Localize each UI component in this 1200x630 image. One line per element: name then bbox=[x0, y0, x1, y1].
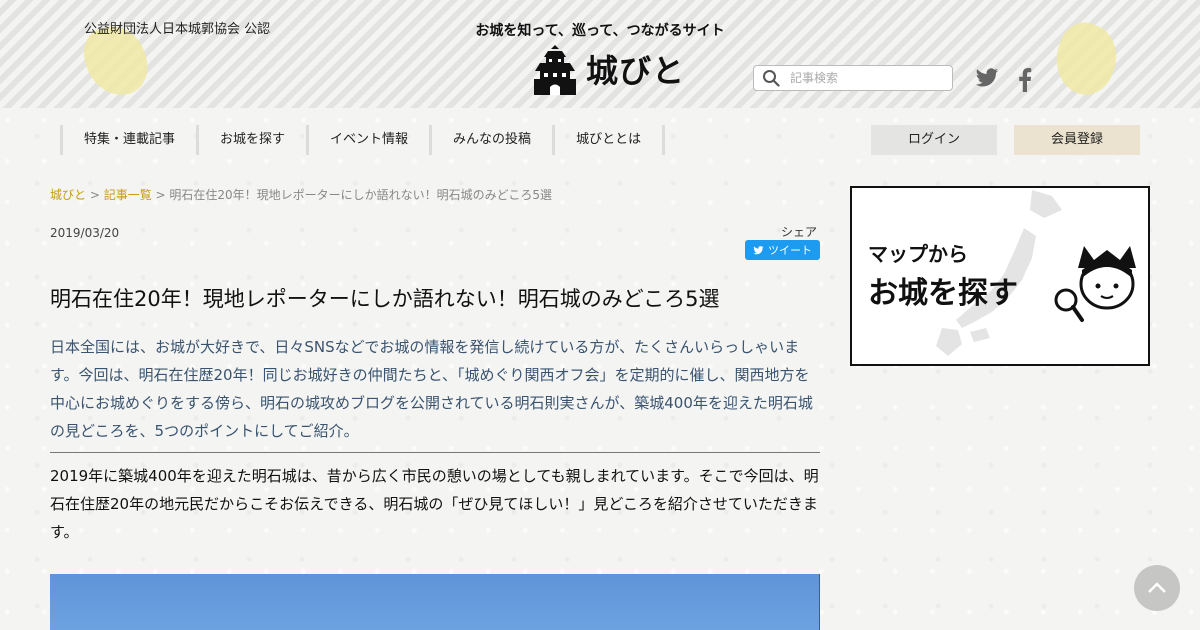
search-input[interactable] bbox=[790, 71, 940, 85]
nav-item-find-castle[interactable]: お城を探す bbox=[196, 125, 306, 155]
banner-line-1: マップから bbox=[868, 242, 968, 266]
search-box[interactable] bbox=[753, 65, 953, 91]
breadcrumb-separator: > bbox=[151, 188, 170, 202]
register-button[interactable]: 会員登録 bbox=[1014, 125, 1140, 155]
mascot-icon bbox=[1078, 246, 1136, 310]
search-icon bbox=[763, 70, 780, 87]
breadcrumb-separator: > bbox=[86, 188, 104, 202]
site-logo[interactable]: 城びと bbox=[532, 42, 685, 96]
nav-item-events[interactable]: イベント情報 bbox=[306, 125, 429, 155]
org-certification: 公益財団法人日本城郭協会 公認 bbox=[84, 22, 271, 37]
login-button[interactable]: ログイン bbox=[871, 125, 997, 155]
article-hero-image bbox=[50, 574, 820, 630]
nav-item-about[interactable]: 城びととは bbox=[552, 125, 666, 155]
article-title: 明石在住20年！現地レポーターにしか語れない！明石城のみどころ5選 bbox=[50, 287, 720, 311]
nav-item-posts[interactable]: みんなの投稿 bbox=[429, 125, 552, 155]
tweet-label: ツイート bbox=[768, 244, 812, 257]
twitter-icon[interactable] bbox=[975, 68, 999, 92]
castle-map-banner[interactable]: マップから お城を探す bbox=[850, 186, 1150, 366]
banner-line-2: お城を探す bbox=[868, 276, 1018, 311]
logo-text: 城びと bbox=[586, 52, 686, 90]
castle-logo-icon bbox=[534, 45, 576, 95]
main-nav: 特集・連載記事 お城を探す イベント情報 みんなの投稿 城びととは bbox=[60, 125, 666, 155]
chevron-up-icon bbox=[1148, 582, 1166, 593]
article-body: 2019年に築城400年を迎えた明石城は、昔から広く市民の憩いの場としても親しま… bbox=[50, 467, 819, 541]
breadcrumb-current: 明石在住20年！現地レポーターにしか語れない！明石城のみどころ5選 bbox=[169, 188, 552, 202]
breadcrumb: 城びと > 記事一覧 > 明石在住20年！現地レポーターにしか語れない！明石城の… bbox=[50, 186, 552, 203]
tweet-button[interactable]: ツイート bbox=[745, 240, 820, 260]
twitter-bird-icon bbox=[753, 245, 764, 254]
scroll-to-top-button[interactable] bbox=[1134, 565, 1180, 611]
breadcrumb-home-link[interactable]: 城びと bbox=[50, 188, 86, 202]
share-label: シェア bbox=[781, 225, 818, 239]
article-date: 2019/03/20 bbox=[50, 226, 120, 240]
nav-item-features[interactable]: 特集・連載記事 bbox=[60, 125, 196, 155]
article-lead: 日本全国には、お城が大好きで、日々SNSなどでお城の情報を発信し続けている方が、… bbox=[50, 338, 813, 440]
facebook-icon[interactable] bbox=[1018, 68, 1032, 96]
divider bbox=[50, 452, 820, 453]
site-tagline: お城を知って、巡って、つながるサイト bbox=[475, 23, 725, 39]
breadcrumb-articles-link[interactable]: 記事一覧 bbox=[104, 188, 152, 202]
